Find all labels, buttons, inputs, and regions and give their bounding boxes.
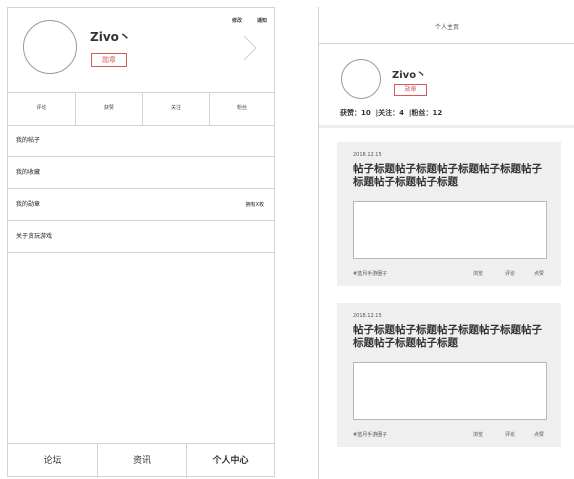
views-label[interactable]: 浏览 <box>473 431 483 438</box>
stat-following[interactable]: 关注 <box>143 92 210 125</box>
post-title[interactable]: 帖子标题帖子标题帖子标题帖子标题帖子标题帖子标题帖子标题 <box>353 324 549 350</box>
section-divider <box>319 125 574 128</box>
stat-likes[interactable]: 获赞 <box>76 92 143 125</box>
menu-label: 我的帖子 <box>16 137 41 144</box>
likes-label[interactable]: 点赞 <box>534 270 544 277</box>
tab-news[interactable]: 资讯 <box>98 444 187 478</box>
title-bar: 个人主页 <box>319 7 574 44</box>
post-date: 2018.12.15 <box>353 152 382 158</box>
badge-count: 拥有X枚 <box>245 202 264 208</box>
views-label[interactable]: 浏览 <box>473 270 483 277</box>
comments-label[interactable]: 评论 <box>505 431 515 438</box>
badge-button[interactable]: 勋章 <box>91 53 127 67</box>
tab-forum[interactable]: 论坛 <box>8 444 98 478</box>
tab-personal-center[interactable]: 个人中心 <box>187 444 274 478</box>
post-tag[interactable]: #蓝月手游圈子 <box>353 431 387 438</box>
post-title[interactable]: 帖子标题帖子标题帖子标题帖子标题帖子标题帖子标题帖子标题 <box>353 163 549 189</box>
comments-label[interactable]: 评论 <box>505 270 515 277</box>
chevron-right-icon[interactable] <box>241 33 259 63</box>
post-date: 2018.12.15 <box>353 313 382 319</box>
menu-my-badges[interactable]: 我的勋章 拥有X枚 <box>8 189 274 221</box>
menu-about[interactable]: 关于贪玩游戏 <box>8 221 274 253</box>
menu-label: 我的勋章 <box>16 201 41 208</box>
avatar[interactable] <box>23 20 77 74</box>
stat-followers[interactable]: 粉丝 <box>210 92 274 125</box>
post-card[interactable]: 2018.12.15 帖子标题帖子标题帖子标题帖子标题帖子标题帖子标题帖子标题 … <box>337 303 561 447</box>
username: Zivo丶 <box>392 70 427 81</box>
personal-homepage-screen: 个人主页 Zivo丶 勋章 获赞：10 |关注：4 |粉丝：12 2018.12… <box>318 7 574 479</box>
stats-row: 评论 获赞 关注 粉丝 <box>8 92 274 126</box>
notify-button[interactable]: 通知 <box>257 17 267 24</box>
menu-label: 关于贪玩游戏 <box>16 233 53 240</box>
stat-comments[interactable]: 评论 <box>8 92 76 125</box>
post-image-placeholder[interactable] <box>353 362 547 420</box>
bottom-tab-bar: 论坛 资讯 个人中心 <box>8 443 274 478</box>
edit-button[interactable]: 修改 <box>232 17 242 24</box>
profile-header: 修改 通知 Zivo丶 勋章 <box>8 8 274 93</box>
page-title: 个人主页 <box>434 24 459 31</box>
menu-my-posts[interactable]: 我的帖子 <box>8 125 274 157</box>
username: Zivo丶 <box>90 30 131 44</box>
badge-button[interactable]: 勋章 <box>394 84 427 96</box>
post-tag[interactable]: #蓝月手游圈子 <box>353 270 387 277</box>
personal-center-screen: 修改 通知 Zivo丶 勋章 评论 获赞 关注 粉丝 我的帖子 我的收藏 我的勋… <box>7 7 275 478</box>
menu-label: 我的收藏 <box>16 169 41 176</box>
stats-line: 获赞：10 |关注：4 |粉丝：12 <box>340 109 443 117</box>
likes-label[interactable]: 点赞 <box>534 431 544 438</box>
post-image-placeholder[interactable] <box>353 201 547 259</box>
avatar[interactable] <box>341 59 381 99</box>
post-card[interactable]: 2018.12.15 帖子标题帖子标题帖子标题帖子标题帖子标题帖子标题帖子标题 … <box>337 142 561 286</box>
menu-my-favorites[interactable]: 我的收藏 <box>8 157 274 189</box>
